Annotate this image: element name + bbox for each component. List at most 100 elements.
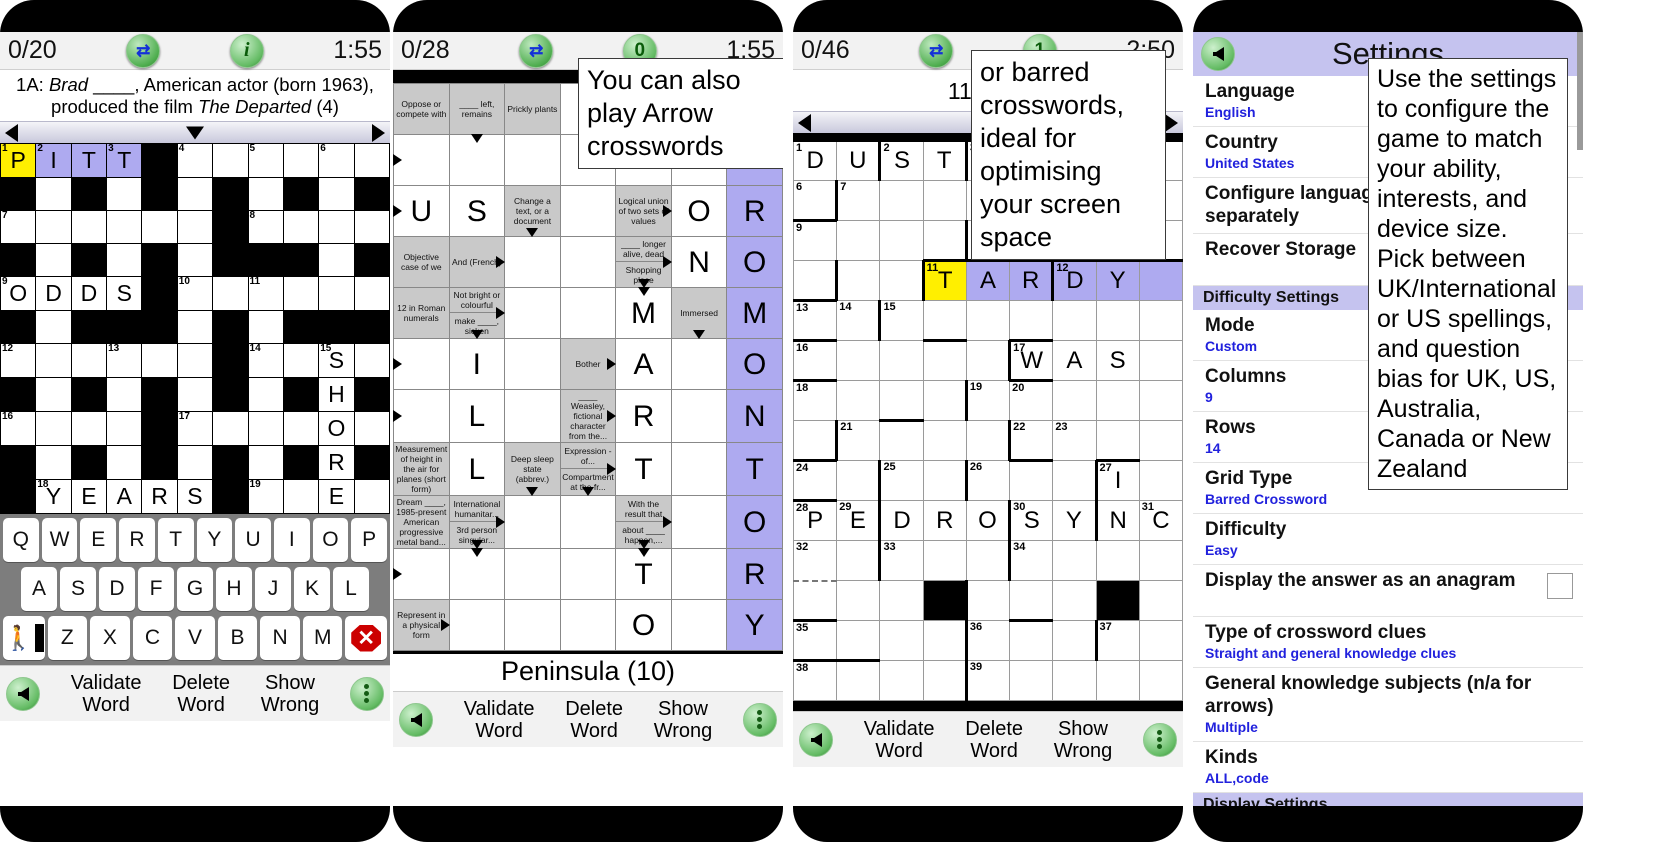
key-S[interactable]: S [60, 567, 96, 611]
arrow-grid-cell[interactable] [559, 287, 617, 339]
grid-cell[interactable]: 13 [793, 299, 838, 341]
arrow-grid-cell[interactable] [670, 599, 728, 651]
grid-cell[interactable]: S [106, 276, 143, 311]
arrow-grid-cell[interactable] [504, 599, 561, 651]
grid-cell[interactable]: E [318, 479, 355, 514]
grid-cell[interactable]: 20 [1009, 379, 1054, 421]
key-X[interactable]: X [90, 616, 130, 660]
key-H[interactable]: H [216, 567, 252, 611]
show-wrong-button[interactable]: Show Wrong [1054, 718, 1113, 762]
settings-row[interactable]: Kinds ALL,code [1193, 742, 1583, 793]
arrow-grid-cell-highlighted[interactable]: O [726, 495, 783, 549]
grid-cell[interactable]: N [1094, 500, 1140, 541]
grid-cell[interactable] [106, 377, 143, 412]
grid-cell[interactable] [1052, 660, 1097, 701]
grid-cell[interactable] [965, 340, 1011, 381]
grid-cell[interactable] [247, 411, 284, 446]
grid-cell[interactable]: E [70, 479, 108, 514]
arrow-grid-cell[interactable] [504, 134, 561, 186]
grid-cell[interactable] [1095, 300, 1140, 341]
arrow-grid-cell[interactable]: M [615, 287, 672, 339]
grid-cell[interactable] [1052, 380, 1097, 421]
key-V[interactable]: V [175, 616, 215, 660]
grid-cell[interactable] [282, 411, 320, 446]
grid-cell[interactable] [964, 580, 1011, 621]
key-R[interactable]: R [119, 518, 155, 562]
key-Z[interactable]: Z [47, 616, 88, 660]
arrow-grid-cell[interactable]: R [615, 389, 672, 443]
grid-cell[interactable] [353, 479, 390, 514]
grid-cell[interactable] [879, 419, 924, 461]
grid-cell[interactable] [318, 210, 355, 244]
grid-cell[interactable] [35, 310, 72, 344]
grid-cell[interactable] [793, 580, 838, 621]
more-options-icon[interactable] [1142, 722, 1177, 757]
grid-cell[interactable] [141, 343, 178, 378]
key-O[interactable]: O [312, 518, 349, 562]
grid-cell[interactable] [1138, 660, 1183, 701]
grid-cell[interactable]: 34 [1008, 540, 1054, 581]
grid-cell[interactable] [1138, 300, 1183, 341]
grid-cell[interactable] [836, 380, 881, 421]
keyboard-row-2[interactable]: ASDFGHJKL [3, 567, 387, 611]
red-x-delete-icon[interactable]: ✕ [345, 616, 387, 660]
key-P[interactable]: P [351, 518, 388, 562]
settings-row[interactable]: General knowledge subjects (n/a for arro… [1193, 668, 1583, 742]
grid-cell[interactable] [70, 411, 108, 446]
back-arrow-icon[interactable] [6, 676, 40, 711]
key-K[interactable]: K [294, 567, 330, 611]
grid-cell[interactable]: 19 [247, 479, 284, 514]
grid-cell[interactable] [35, 177, 72, 211]
grid-cell[interactable] [836, 340, 881, 381]
grid-cell[interactable]: 29 E [836, 500, 881, 541]
arrow-grid-cell-highlighted[interactable]: O [726, 338, 783, 390]
grid-cell[interactable]: 37 [1094, 620, 1140, 661]
grid-cell[interactable] [879, 260, 924, 301]
next-clue-icon[interactable] [372, 123, 385, 142]
keyboard-row-1[interactable]: QWERTYUIOP [2, 518, 388, 562]
more-options-icon[interactable] [349, 676, 384, 711]
grid-cell[interactable]: 2S [878, 139, 924, 181]
grid-cell[interactable] [176, 243, 214, 277]
prev-clue-icon[interactable] [798, 113, 811, 132]
grid-cell[interactable]: 9 [793, 219, 838, 261]
grid-cell[interactable]: Y [1052, 500, 1097, 541]
arrow-grid-cell[interactable] [448, 599, 506, 651]
grid-cell[interactable]: R [1009, 259, 1054, 301]
grid-cell[interactable] [922, 460, 967, 501]
swap-arrows-icon[interactable]: ⇄ [919, 33, 954, 68]
grid-cell[interactable] [106, 411, 143, 446]
grid-cell[interactable]: 6 [318, 143, 355, 178]
keyboard-row-3[interactable]: 🚶 Z X C V B N M ✕ [3, 616, 387, 660]
arrow-grid-cell[interactable]: L [448, 389, 506, 443]
grid-cell[interactable] [836, 620, 881, 661]
grid-cell[interactable]: 19 [964, 380, 1011, 421]
grid-cell[interactable]: 23 [1052, 420, 1097, 461]
arrow-grid-cell[interactable] [448, 548, 506, 600]
grid-cell[interactable]: 11 [247, 276, 284, 311]
grid-cell[interactable]: T [922, 139, 967, 181]
grid-cell[interactable] [247, 177, 284, 211]
grid-cell[interactable]: S [1095, 340, 1140, 381]
grid-cell[interactable]: 38 [793, 659, 838, 701]
grid-cell[interactable] [1009, 580, 1054, 621]
grid-cell[interactable] [70, 210, 108, 244]
grid-cell[interactable] [836, 540, 881, 581]
grid-cell[interactable] [1138, 460, 1183, 501]
grid-cell[interactable] [922, 660, 967, 701]
arrow-grid-cell[interactable] [393, 389, 450, 443]
grid-cell[interactable] [879, 660, 924, 701]
grid-cell[interactable] [922, 620, 967, 661]
grid-cell[interactable]: A [1052, 340, 1097, 381]
grid-cell[interactable] [35, 445, 72, 480]
grid-cell[interactable]: 7 [0, 210, 37, 244]
grid-cell[interactable] [247, 377, 284, 412]
grid-cell[interactable] [318, 243, 355, 277]
grid-cell[interactable] [176, 310, 214, 344]
action-bar-2[interactable]: Validate Word Delete Word Show Wrong [393, 691, 783, 747]
arrow-grid-cell[interactable] [559, 185, 617, 237]
grid-cell[interactable]: 4 [176, 143, 214, 178]
grid-cell[interactable] [879, 340, 924, 381]
grid-cell[interactable] [282, 210, 320, 244]
grid-cell[interactable] [1138, 620, 1183, 661]
